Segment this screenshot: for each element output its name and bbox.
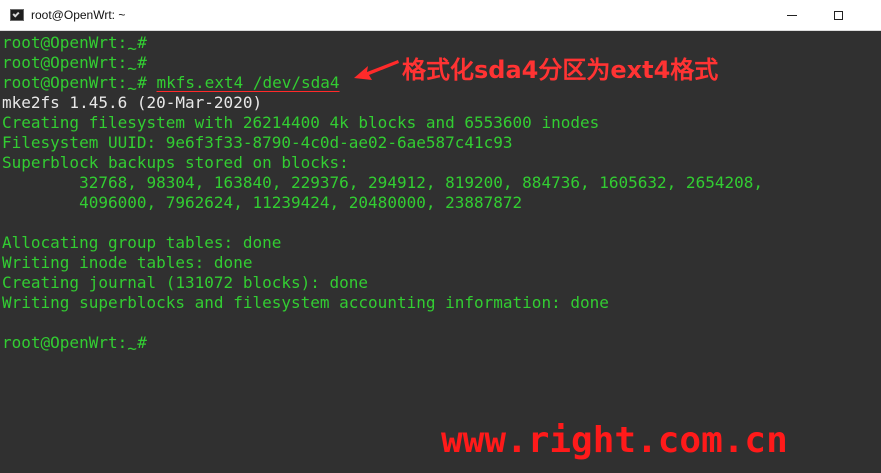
window-title: root@OpenWrt: ~ [31,8,126,22]
terminal-output[interactable]: root@OpenWrt: ~ # root@OpenWrt: ~ # root@Ope… [0,31,881,473]
prompt-hash: # [137,53,147,72]
command-text: mkfs.ext4 /dev/sda4 [156,73,340,92]
output-line: Superblock backups stored on blocks: [2,153,349,172]
prompt-hash: # [137,73,147,92]
prompt-line: root@OpenWrt: ~ # [2,53,147,78]
prompt-hash: # [137,33,147,52]
output-line: Creating filesystem with 26214400 4k blo… [2,113,600,132]
annotation-label: 格式化sda4分区为ext4格式 [402,56,719,84]
output-line: Creating journal (131072 blocks): done [2,273,369,292]
minimize-button[interactable] [769,0,815,31]
prompt-tilde: ~ [127,339,137,358]
prompt-line: root@OpenWrt: ~ # [2,333,147,358]
minimize-icon [787,15,797,16]
maximize-icon [833,11,843,20]
annotation-arrow-icon [354,60,399,80]
output-line: Writing superblocks and filesystem accou… [2,293,609,312]
maximize-button[interactable] [815,0,861,31]
prompt-user: root@OpenWrt: [2,33,128,52]
output-line: mke2fs 1.45.6 (20-Mar-2020) [2,93,263,112]
prompt-user: root@OpenWrt: [2,333,128,352]
prompt-hash: # [137,333,147,352]
output-line: Allocating group tables: done [2,233,282,252]
output-line: Filesystem UUID: 9e6f3f33-8790-4c0d-ae02… [2,133,513,152]
prompt-user: root@OpenWrt: [2,73,128,92]
output-line: 4096000, 7962624, 11239424, 20480000, 23… [2,193,523,212]
command-line: root@OpenWrt: ~ # mkfs.ext4 /dev/sda4 [2,73,340,98]
prompt-line: root@OpenWrt: ~ # [2,33,147,58]
title-bar: root@OpenWrt: ~ [0,0,881,31]
prompt-user: root@OpenWrt: [2,53,128,72]
output-line: 32768, 98304, 163840, 229376, 294912, 81… [2,173,763,192]
terminal-app-icon [10,9,24,21]
watermark: www.right.com.cn [441,420,788,461]
output-line: Writing inode tables: done [2,253,253,272]
